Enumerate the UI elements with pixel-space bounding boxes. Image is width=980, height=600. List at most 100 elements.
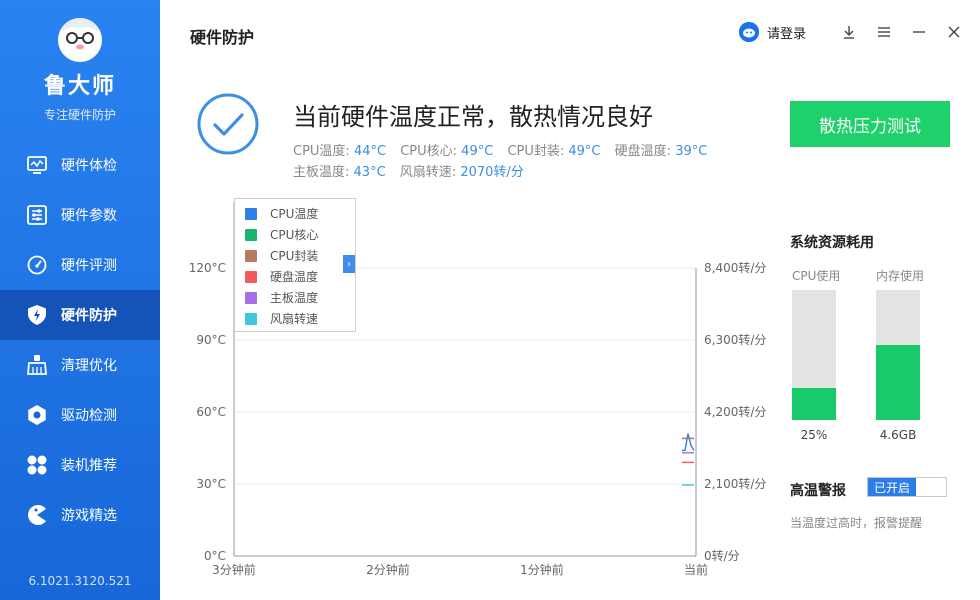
x-tick: 2分钟前 — [366, 562, 410, 577]
logo-title: 鲁大师 — [43, 74, 116, 99]
sidebar-item-driver-check[interactable]: 驱动检测 — [0, 390, 160, 440]
logo: 鲁大师 专注硬件防护 — [0, 14, 160, 123]
legend-label: 风扇转速 — [270, 312, 319, 326]
cpu-core-value: 49°C — [461, 144, 494, 159]
minimize-icon — [913, 31, 925, 33]
stress-test-button[interactable]: 散热压力测试 — [790, 101, 950, 147]
toggle-on-label: 已开启 — [868, 478, 916, 496]
legend-swatch — [245, 270, 257, 283]
mascot-icon — [51, 14, 109, 66]
menu-button[interactable] — [874, 22, 894, 42]
y-tick-left: 90°C — [196, 333, 226, 347]
sidebar-item-label: 游戏精选 — [61, 508, 117, 524]
board-temp-value: 43°C — [353, 165, 386, 180]
legend-collapse-button[interactable]: › — [343, 255, 355, 273]
sidebar-item-hardware-params[interactable]: 硬件参数 — [0, 190, 160, 240]
legend-swatch — [245, 249, 257, 262]
legend-item[interactable]: 主板温度 — [245, 287, 355, 308]
sidebar-item-label: 驱动检测 — [61, 408, 117, 424]
sidebar-item-label: 硬件体检 — [61, 158, 117, 174]
gauge-icon — [26, 254, 48, 276]
y-tick-right: 4,200转/分 — [704, 404, 766, 419]
y-tick-right: 0转/分 — [704, 548, 740, 563]
y-tick-left: 0°C — [204, 549, 226, 563]
x-tick: 当前 — [684, 562, 708, 577]
x-tick: 3分钟前 — [212, 562, 256, 577]
disk-temp-value: 39°C — [675, 144, 708, 159]
temperature-row-2: 主板温度: 43°C 风扇转速: 2070转/分 — [293, 161, 534, 180]
y-tick-left: 120°C — [190, 261, 226, 275]
alarm-description: 当温度过高时，报警提醒 — [790, 516, 923, 530]
close-button[interactable] — [944, 22, 964, 42]
broom-icon — [26, 354, 48, 376]
sidebar-item-games[interactable]: 游戏精选 — [0, 490, 160, 540]
sidebar-item-hardware-check[interactable]: 硬件体检 — [0, 140, 160, 190]
chart-legend: CPU温度 CPU核心 CPU封装 硬盘温度 主板温度 风扇转速 — [234, 198, 356, 332]
legend-item[interactable]: CPU封装 — [245, 245, 355, 266]
cpu-temp-value: 44°C — [353, 144, 387, 159]
status-title: 当前硬件温度正常，散热情况良好 — [293, 103, 653, 131]
sidebar-item-build-recommend[interactable]: 装机推荐 — [0, 440, 160, 490]
fan-speed-value: 2070转/分 — [460, 165, 524, 180]
memory-usage-label: 内存使用 — [876, 269, 925, 283]
login-button[interactable]: 请登录 — [738, 22, 806, 42]
sidebar-nav: 硬件体检 硬件参数 硬件评测 硬件防护 清理优化 驱动检测 装机推荐 游戏精选 — [0, 140, 160, 540]
memory-usage-value: 4.6GB — [879, 428, 917, 442]
memory-usage-fill — [876, 344, 920, 420]
cpu-usage-value: 25% — [800, 428, 828, 442]
sidebar-item-cleanup[interactable]: 清理优化 — [0, 340, 160, 390]
y-tick-right: 2,100转/分 — [704, 476, 766, 491]
legend-swatch — [245, 228, 257, 241]
legend-item[interactable]: 硬盘温度 — [245, 266, 355, 287]
y-tick-right: 6,300转/分 — [704, 332, 766, 347]
legend-label: CPU核心 — [270, 228, 319, 242]
sidebar-item-hardware-protection[interactable]: 硬件防护 — [0, 290, 160, 340]
minimize-button[interactable] — [909, 22, 929, 42]
legend-item[interactable]: CPU核心 — [245, 224, 355, 245]
cpu-usage-track — [792, 290, 836, 420]
sidebar-item-label: 硬件防护 — [61, 308, 117, 324]
cpu-core-label: CPU核心: — [400, 144, 458, 159]
pacman-icon — [26, 504, 48, 526]
page-title: 硬件防护 — [190, 28, 255, 47]
menu-icon — [878, 27, 890, 37]
temperature-row-1: CPU温度: 44°C CPU核心: 49°C CPU封装: 49°C 硬盘温度… — [293, 140, 717, 159]
y-tick-right: 8,400转/分 — [704, 260, 766, 275]
version-label: 6.1021.3120.521 — [28, 574, 132, 588]
sidebar: 鲁大师 专注硬件防护 硬件体检 硬件参数 硬件评测 硬件防护 清理优化 驱动检测… — [0, 0, 160, 600]
sidebar-item-benchmark[interactable]: 硬件评测 — [0, 240, 160, 290]
cpu-usage-meter: CPU使用 25% — [792, 268, 841, 442]
legend-swatch — [245, 291, 257, 304]
download-button[interactable] — [839, 22, 859, 42]
sidebar-item-label: 装机推荐 — [61, 458, 117, 474]
legend-item[interactable]: CPU温度 — [245, 203, 355, 224]
gear-icon — [26, 404, 48, 426]
sidebar-item-label: 清理优化 — [61, 358, 117, 374]
download-icon — [844, 26, 854, 39]
sidebar-item-label: 硬件评测 — [61, 258, 117, 274]
fan-speed-label: 风扇转速: — [399, 165, 457, 180]
logo-subtitle: 专注硬件防护 — [43, 108, 116, 122]
legend-label: 主板温度 — [270, 291, 319, 305]
x-tick: 1分钟前 — [520, 562, 564, 577]
resource-title: 系统资源耗用 — [790, 235, 874, 251]
legend-label: CPU温度 — [270, 207, 319, 221]
cpu-package-value: 49°C — [568, 144, 601, 159]
legend-label: 硬盘温度 — [270, 270, 319, 284]
cpu-temp-label: CPU温度: — [293, 144, 350, 159]
legend-item[interactable]: 风扇转速 — [245, 308, 355, 329]
sidebar-item-label: 硬件参数 — [61, 208, 117, 224]
memory-usage-meter: 内存使用 4.6GB — [876, 268, 925, 442]
cpu-usage-label: CPU使用 — [792, 269, 841, 283]
legend-swatch — [245, 207, 257, 220]
high-temp-alarm-toggle[interactable]: 已开启 — [867, 477, 947, 497]
legend-swatch — [245, 312, 257, 325]
disk-temp-label: 硬盘温度: — [614, 144, 672, 159]
shield-icon — [26, 304, 48, 326]
close-icon — [948, 26, 960, 38]
board-temp-label: 主板温度: — [293, 165, 350, 180]
window-controls: 请登录 — [738, 22, 964, 42]
sliders-icon — [26, 204, 48, 226]
legend-label: CPU封装 — [270, 249, 319, 263]
memory-usage-track — [876, 290, 920, 420]
